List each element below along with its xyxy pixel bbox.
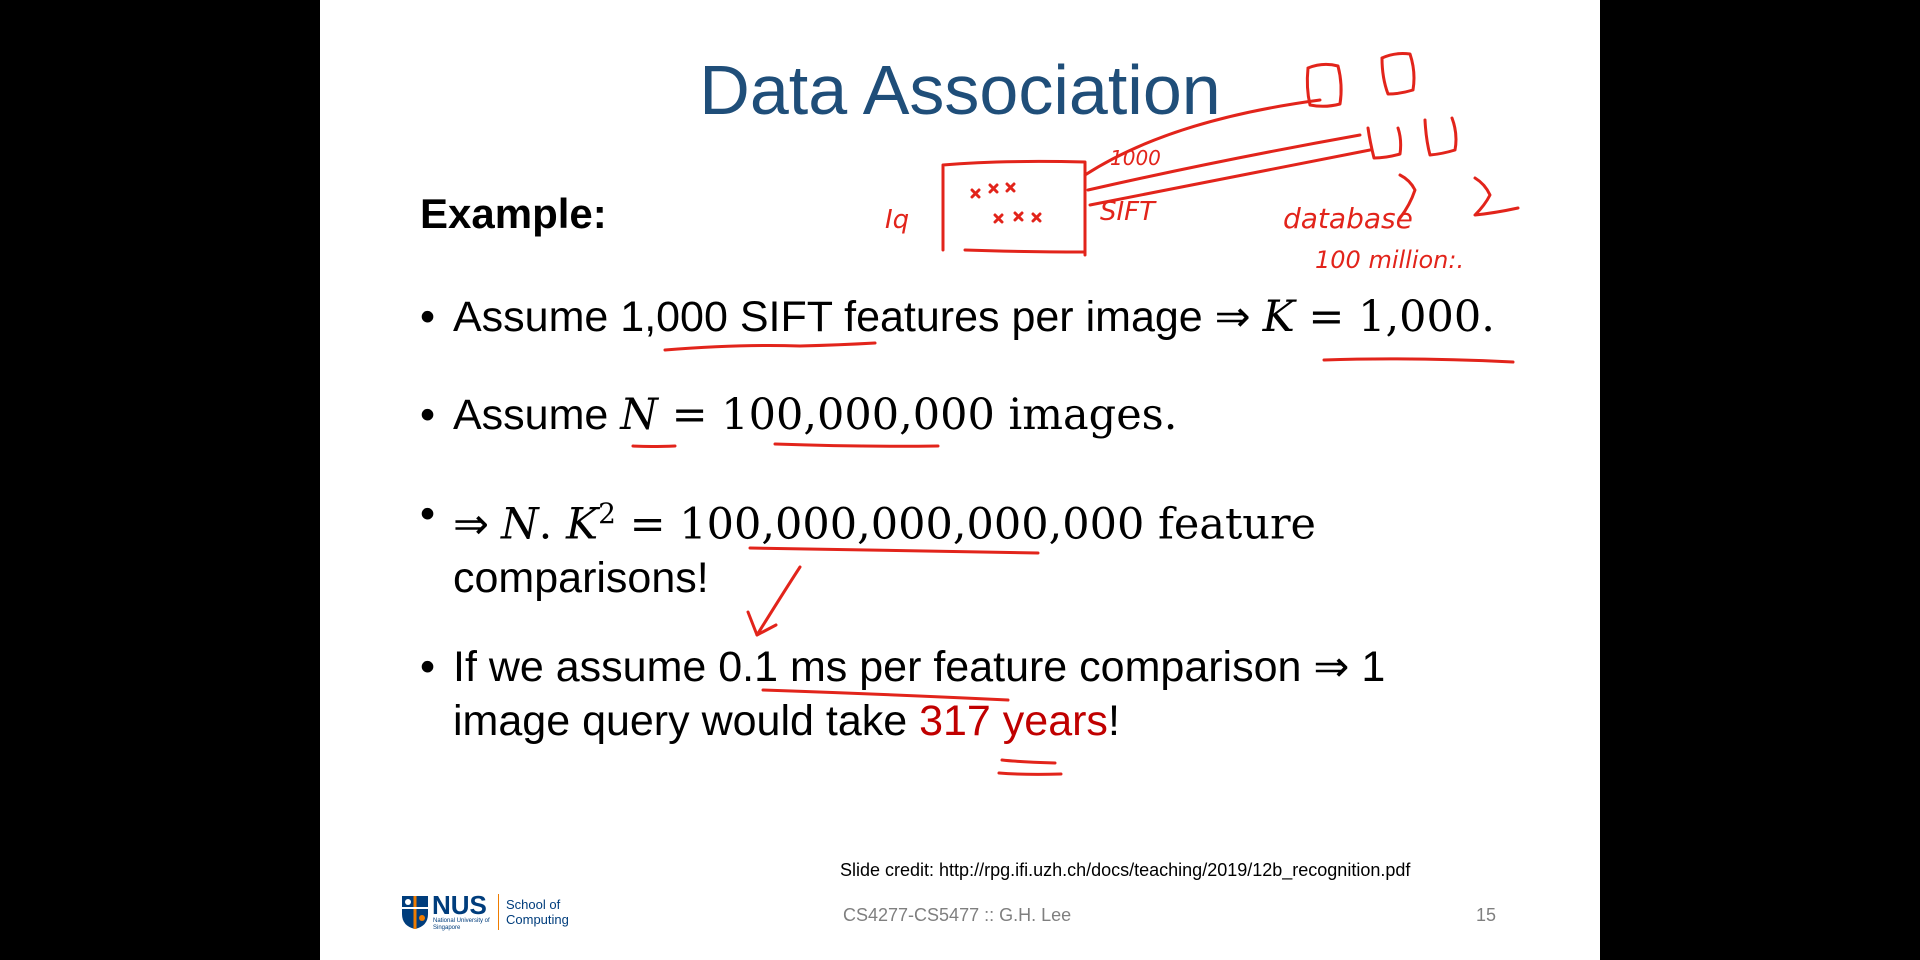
annotation-database: database: [1283, 202, 1413, 235]
underline-100m: [773, 442, 940, 448]
underline-years-1: [1000, 758, 1057, 765]
annotation-millions: 100 million:.: [1315, 246, 1464, 274]
crest-icon: [402, 896, 428, 929]
nus-logo: NUS National University of Singapore Sch…: [400, 890, 580, 934]
slide-credit: Slide credit: http://rpg.ifi.uzh.ch/docs…: [840, 860, 1411, 880]
footer-course: CS4277-CS5477 :: G.H. Lee: [843, 905, 1072, 925]
db-image-5: [1398, 173, 1417, 220]
bullet-text: ⇒ N. K2 = 100,000,000,000,000 feature com…: [453, 497, 1316, 603]
bullet-dot: •: [420, 391, 436, 439]
db-image-6: [1473, 176, 1520, 217]
underline-1000-sift: [663, 341, 877, 352]
bullet-text: Assume 1,000 SIFT features per image ⇒ K…: [453, 292, 1495, 342]
bullet-dot: •: [420, 293, 436, 341]
logo-nus-subtitle: National University of Singapore: [433, 918, 490, 931]
underline-n: [631, 444, 677, 448]
annotation-count: 1000: [1110, 146, 1161, 170]
bullet-text: If we assume 0.1 ms per feature comparis…: [453, 643, 1386, 745]
logo-school: School of Computing: [506, 897, 569, 927]
pen-annotations: Iq 1000 SIFT database 100 million:.: [631, 52, 1520, 776]
slide-title: Data Association: [699, 51, 1221, 129]
underline-k: [1322, 357, 1515, 364]
db-image-3: [1366, 126, 1403, 160]
highlight-years: 317 years: [919, 697, 1108, 745]
logo-divider: [498, 894, 499, 930]
bullet-dot: •: [420, 490, 436, 538]
logo-nus-text: NUS: [432, 890, 487, 920]
bullet-dot: •: [420, 643, 436, 691]
query-box: [941, 159, 1087, 257]
bullet-text: Assume N = 100,000,000 images.: [453, 390, 1178, 440]
example-label: Example:: [420, 190, 607, 237]
page-number: 15: [1476, 905, 1497, 925]
underline-years-2: [997, 771, 1063, 776]
annotation-iq: Iq: [885, 205, 909, 235]
slide: Data Association Example: • Assume 1,000…: [320, 0, 1600, 960]
annotation-sift: SIFT: [1100, 197, 1157, 227]
